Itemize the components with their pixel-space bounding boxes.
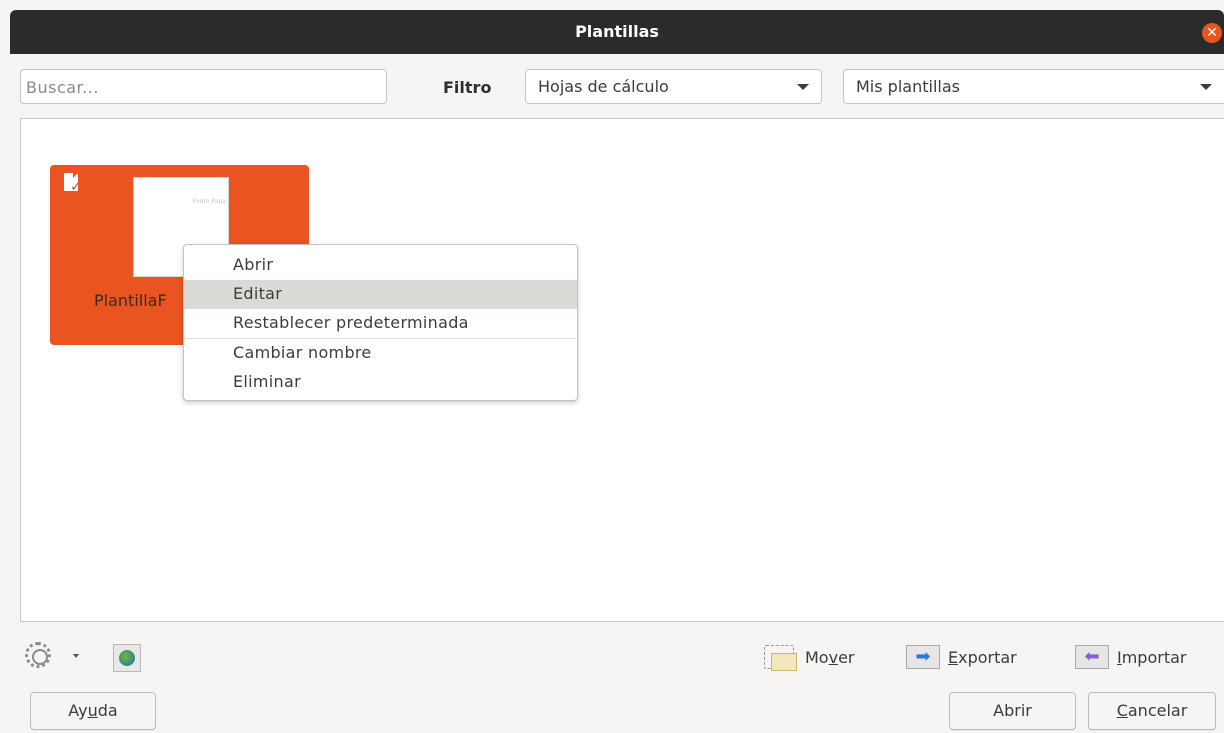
context-menu: Abrir Editar Restablecer predeterminada … <box>183 244 578 401</box>
move-label-key: v <box>828 648 839 667</box>
cancel-label-post: ancelar <box>1127 701 1188 720</box>
cancel-button[interactable]: Cancelar <box>1088 692 1216 730</box>
template-name: PlantillaF <box>94 291 167 310</box>
import-button[interactable]: Importar <box>1117 648 1186 667</box>
menu-item-editar[interactable]: Editar <box>184 280 577 309</box>
dropdown-arrow-icon <box>797 84 809 90</box>
move-folder-icon[interactable] <box>764 645 797 671</box>
help-label-post: da <box>97 701 118 720</box>
filter-type-select[interactable]: Hojas de cálculo <box>525 69 822 104</box>
move-label-post: er <box>838 648 855 667</box>
menu-item-cambiar-nombre[interactable]: Cambiar nombre <box>184 339 577 368</box>
export-label-post: xportar <box>958 648 1017 667</box>
import-label-post: mportar <box>1121 648 1187 667</box>
help-label-key: u <box>87 701 98 720</box>
move-label-pre: Mo <box>805 648 829 667</box>
menu-item-abrir[interactable]: Abrir <box>184 251 577 280</box>
cancel-label-key: C <box>1116 701 1128 720</box>
help-label-pre: Ay <box>68 701 88 720</box>
settings-gear-icon[interactable] <box>25 642 51 668</box>
close-icon[interactable]: ✕ <box>1202 23 1222 43</box>
refresh-icon[interactable] <box>113 644 141 672</box>
export-icon[interactable]: ➡ <box>906 645 940 669</box>
export-button[interactable]: Exportar <box>948 648 1017 667</box>
move-button[interactable]: Mover <box>805 648 854 667</box>
filter-label: Filtro <box>443 78 492 97</box>
filter-type-value: Hojas de cálculo <box>538 77 669 96</box>
dialog-titlebar: Plantillas ✕ <box>10 10 1224 54</box>
checkmark-icon: ✓ <box>70 179 82 195</box>
dropdown-arrow-icon <box>1200 84 1212 90</box>
chevron-down-icon[interactable] <box>73 654 79 658</box>
filter-category-value: Mis plantillas <box>856 77 960 96</box>
open-button[interactable]: Abrir <box>949 692 1076 730</box>
help-button[interactable]: Ayuda <box>30 692 156 730</box>
export-label-key: E <box>948 648 959 667</box>
menu-item-eliminar[interactable]: Eliminar <box>184 368 577 397</box>
filter-category-select[interactable]: Mis plantillas <box>843 69 1224 104</box>
import-icon[interactable]: ⬅ <box>1075 645 1109 669</box>
thumbnail-text: Pedro Papa <box>192 198 226 205</box>
dialog-title: Plantillas <box>575 22 659 41</box>
search-input[interactable]: Buscar... <box>20 69 387 104</box>
menu-item-restablecer[interactable]: Restablecer predeterminada <box>184 309 577 338</box>
